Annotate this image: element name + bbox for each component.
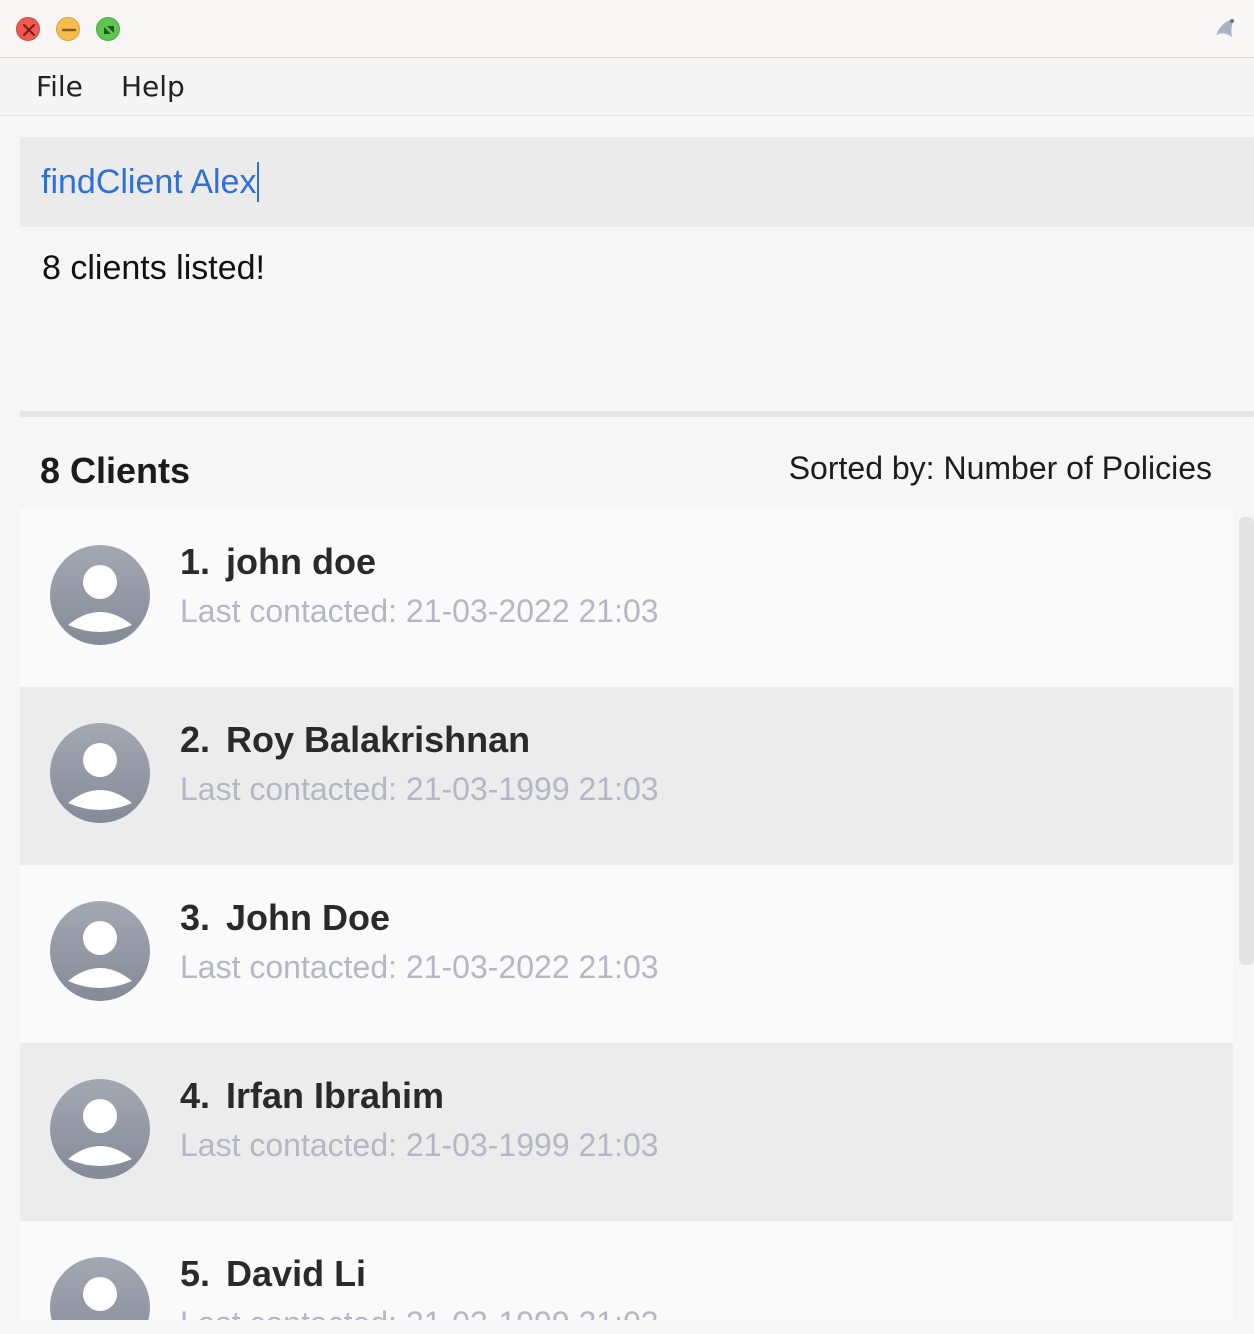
command-box[interactable]: findClient Alex: [20, 137, 1254, 227]
client-card[interactable]: 5.David Li Last contacted: 21-03-1999 21…: [20, 1221, 1233, 1320]
result-display: 8 clients listed!: [20, 227, 1254, 411]
minimize-icon: [61, 28, 77, 32]
app-icon: [1212, 15, 1240, 43]
avatar-icon: [50, 1079, 150, 1179]
avatar-icon: [50, 1257, 150, 1320]
client-card[interactable]: 4. Irfan Ibrahim Last contacted: 21-03-19…: [20, 1043, 1233, 1221]
avatar-icon: [50, 545, 150, 645]
client-name: 5. David Li: [180, 1253, 367, 1294]
client-count: 8 Clients: [40, 450, 191, 491]
text-caret: [257, 162, 260, 202]
last-contacted: Last contacted: 21-03-1999 21:03: [180, 1127, 659, 1163]
client-list-header: 8 Clients Sorted by: Number of Policies: [20, 440, 1234, 500]
panel-divider[interactable]: [20, 411, 1254, 417]
menu-file[interactable]: File: [36, 70, 83, 103]
maximize-window-button[interactable]: [96, 17, 120, 41]
last-contacted: Last contacted: 21-03-2022 21:03: [180, 593, 659, 629]
list-scrollbar[interactable]: [1239, 517, 1254, 965]
avatar-icon: [50, 723, 150, 823]
sort-label: Sorted by: Number of Policies: [788, 450, 1212, 486]
client-name: 1. john doe: [180, 541, 377, 582]
command-input-value: findClient Alex: [41, 162, 257, 201]
last-contacted: Last contacted: 21-03-2022 21:03: [180, 949, 659, 985]
fullscreen-icon: [104, 26, 114, 34]
result-message: 8 clients listed!: [42, 249, 265, 287]
minimize-window-button[interactable]: [56, 17, 80, 41]
client-card[interactable]: 2. Roy Balakrishnan Last contacted: 21-03…: [20, 687, 1233, 865]
client-name: 2. Roy Balakrishnan: [180, 719, 531, 760]
menu-bar: File Help: [0, 58, 1254, 116]
client-list[interactable]: 1. john doe Last contacted: 21-03-2022 21…: [20, 509, 1233, 1320]
window-titlebar: [0, 0, 1254, 58]
avatar-icon: [50, 901, 150, 1001]
last-contacted: Last contacted: 21-03-1999 21:03: [180, 1305, 659, 1320]
close-window-button[interactable]: [16, 17, 40, 41]
last-contacted: Last contacted: 21-03-1999 21:03: [180, 771, 659, 807]
client-name: 3. John Doe: [180, 897, 391, 938]
client-card[interactable]: 1. john doe Last contacted: 21-03-2022 21…: [20, 509, 1233, 687]
client-name: 4. Irfan Ibrahim: [180, 1075, 445, 1116]
command-input[interactable]: findClient Alex: [41, 162, 260, 202]
close-icon: [23, 24, 35, 36]
menu-help[interactable]: Help: [121, 70, 185, 103]
client-card[interactable]: 3. John Doe Last contacted: 21-03-2022 21…: [20, 865, 1233, 1043]
